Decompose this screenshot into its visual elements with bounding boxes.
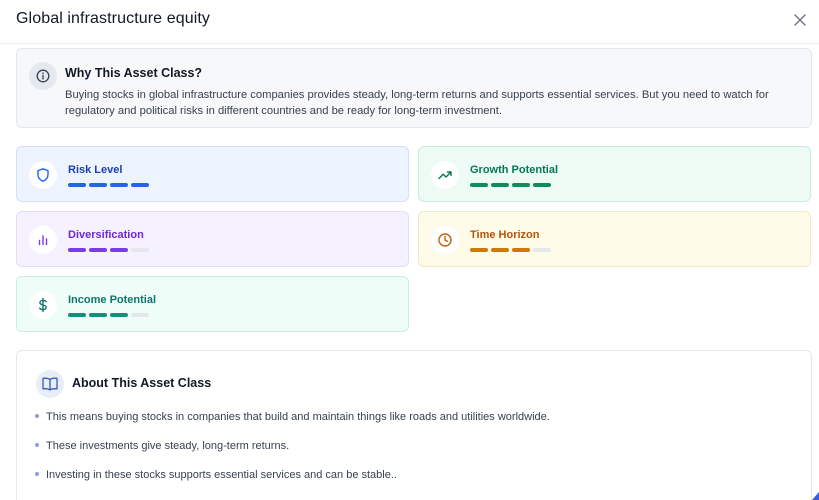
level-bar-filled bbox=[470, 183, 488, 187]
book-icon bbox=[36, 370, 64, 398]
about-title: About This Asset Class bbox=[72, 376, 212, 390]
level-bar-filled bbox=[110, 248, 128, 252]
level-bar-filled bbox=[131, 183, 149, 187]
level-bar-filled bbox=[512, 183, 530, 187]
level-bar-filled bbox=[491, 248, 509, 252]
level-bar-filled bbox=[68, 313, 86, 317]
level-bar-filled bbox=[68, 248, 86, 252]
bullet-text: This means buying stocks in companies th… bbox=[46, 411, 550, 423]
metric-level-bars bbox=[68, 313, 149, 317]
bullet-text: These investments give steady, long-term… bbox=[46, 440, 290, 452]
shield-icon bbox=[29, 161, 57, 189]
trending-up-icon bbox=[431, 161, 459, 189]
level-bar-empty bbox=[533, 248, 551, 252]
bar-chart-icon bbox=[29, 226, 57, 254]
level-bar-empty bbox=[131, 248, 149, 252]
bullet-text: Investing in these stocks supports essen… bbox=[46, 469, 397, 481]
metric-level-bars bbox=[470, 248, 551, 252]
level-bar-filled bbox=[89, 248, 107, 252]
metric-level-bars bbox=[68, 183, 149, 187]
modal-title: Global infrastructure equity bbox=[16, 10, 211, 27]
metric-card-income-potential: Income Potential bbox=[16, 276, 409, 332]
bullet-dot bbox=[35, 414, 39, 418]
metric-label: Diversification bbox=[68, 229, 144, 241]
level-bar-filled bbox=[533, 183, 551, 187]
level-bar-filled bbox=[512, 248, 530, 252]
dollar-icon bbox=[29, 291, 57, 319]
level-bar-empty bbox=[131, 313, 149, 317]
metric-card-diversification: Diversification bbox=[16, 211, 409, 267]
info-icon bbox=[29, 62, 57, 90]
scroll-corner-indicator bbox=[812, 492, 819, 500]
bullet-dot bbox=[35, 472, 39, 476]
why-description: Buying stocks in global infrastructure c… bbox=[65, 89, 769, 117]
level-bar-filled bbox=[110, 313, 128, 317]
modal-header: Global infrastructure equity bbox=[0, 0, 819, 44]
about-this-asset-class-panel: About This Asset Class This means buying… bbox=[16, 350, 812, 500]
metric-label: Income Potential bbox=[68, 294, 157, 306]
metric-card-growth-potential: Growth Potential bbox=[418, 146, 811, 202]
metric-level-bars bbox=[470, 183, 551, 187]
metric-label: Risk Level bbox=[68, 164, 123, 176]
level-bar-filled bbox=[491, 183, 509, 187]
metric-card-time-horizon: Time Horizon bbox=[418, 211, 811, 267]
close-icon bbox=[794, 14, 806, 26]
metric-label: Time Horizon bbox=[470, 229, 540, 241]
why-this-asset-class-panel: Why This Asset Class? Buying stocks in g… bbox=[16, 48, 812, 128]
metric-label: Growth Potential bbox=[470, 164, 558, 176]
level-bar-filled bbox=[89, 183, 107, 187]
level-bar-filled bbox=[89, 313, 107, 317]
bullet-dot bbox=[35, 443, 39, 447]
metric-level-bars bbox=[68, 248, 149, 252]
why-title: Why This Asset Class? bbox=[65, 66, 203, 80]
metric-card-risk-level: Risk Level bbox=[16, 146, 409, 202]
level-bar-filled bbox=[470, 248, 488, 252]
level-bar-filled bbox=[68, 183, 86, 187]
close-button[interactable] bbox=[790, 10, 810, 30]
level-bar-filled bbox=[110, 183, 128, 187]
clock-icon bbox=[431, 226, 459, 254]
